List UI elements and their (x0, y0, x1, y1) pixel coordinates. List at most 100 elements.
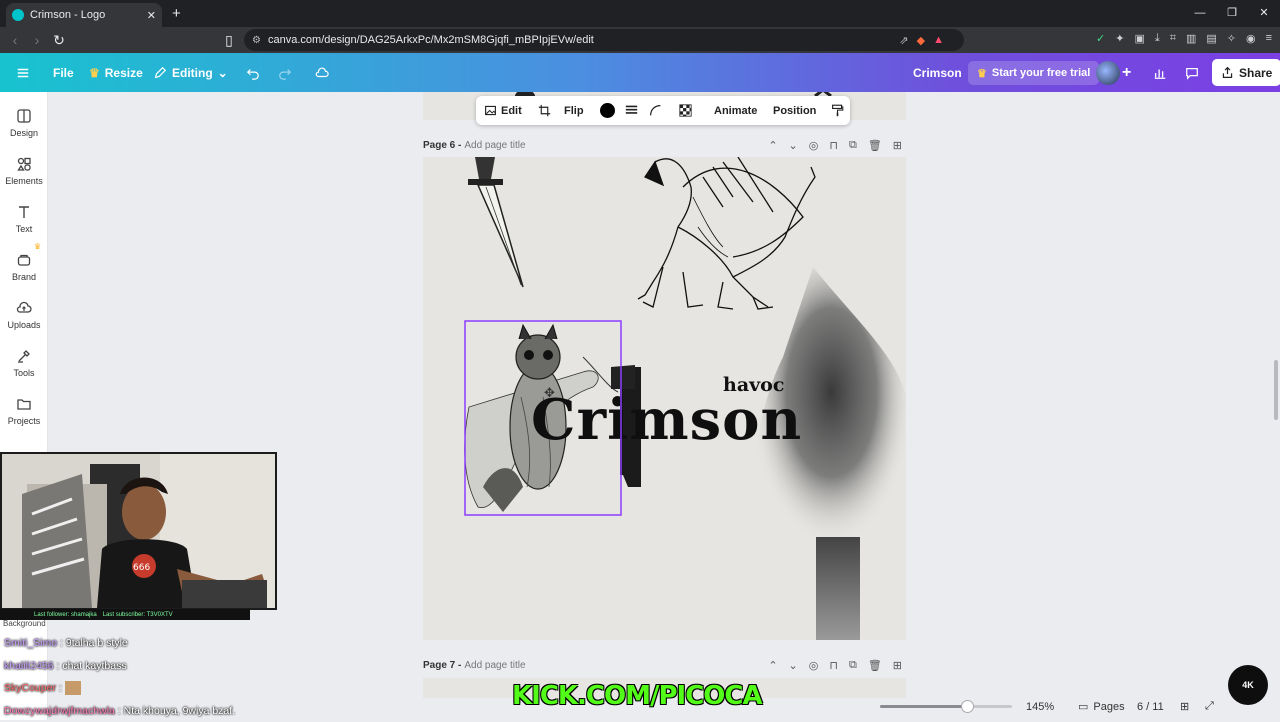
zoom-slider[interactable] (880, 705, 1012, 708)
sidebar-item-text[interactable]: Text (0, 204, 48, 234)
reload-icon[interactable]: ↻ (48, 32, 70, 49)
edit-image-button[interactable]: Edit (484, 96, 522, 125)
screenshot-icon[interactable]: ⌗ (1170, 32, 1176, 45)
bar-chart-icon (1153, 66, 1167, 80)
delete-page-icon[interactable]: 🗑︎ (868, 659, 882, 672)
sidebar-item-label: Projects (8, 416, 41, 426)
page-6-canvas[interactable]: Crimson havoc ✥ (423, 157, 906, 640)
sidebar-toggle-icon[interactable]: ▥ (1186, 32, 1196, 45)
hide-page-icon[interactable]: ◎ (809, 659, 819, 672)
lock-page-icon[interactable]: ⊓ (829, 139, 838, 152)
share-page-icon[interactable]: ⇗ (899, 34, 908, 47)
smoke-tree-illustration[interactable] (757, 267, 906, 640)
rewards-icon[interactable]: ▲ (933, 34, 944, 47)
sidebar-item-tools[interactable]: Tools (0, 348, 48, 378)
main-menu-icon[interactable] (16, 53, 30, 92)
bookmark-icon[interactable]: ▯ (218, 32, 240, 49)
zoom-level[interactable]: 145% (1026, 701, 1054, 713)
extensions-puzzle-icon[interactable]: ✦ (1115, 32, 1124, 45)
stream-chat-overlay: Smiti_Simo : 9talha b style khalili2456 … (4, 632, 304, 722)
crimson-wordmark[interactable]: Crimson (531, 387, 802, 453)
add-page-icon[interactable]: ⊞ (893, 659, 902, 672)
vpn-icon[interactable]: ◉ (1246, 32, 1256, 45)
grid-view-icon[interactable]: ⊞ (1180, 700, 1189, 713)
pages-icon: ▭ (1078, 700, 1088, 713)
position-button[interactable]: Position (773, 96, 816, 125)
corner-rounding-button[interactable] (649, 96, 662, 125)
lock-page-icon[interactable]: ⊓ (829, 659, 838, 672)
site-info-icon[interactable]: ⚙ (252, 35, 261, 46)
download-icon[interactable]: ⤓ (1155, 32, 1160, 45)
address-bar[interactable]: ⚙ canva.com/design/DAG25ArkxPc/Mx2mSM8Gj… (244, 29, 964, 51)
sidebar-item-background-label: Background (3, 619, 46, 628)
back-icon[interactable]: ‹ (4, 32, 26, 48)
extension-1-icon[interactable]: ✓ (1096, 32, 1105, 45)
window-controls: — ❐ ✕ (1184, 0, 1280, 27)
dagger-illustration[interactable] (468, 157, 523, 287)
cloud-save-status[interactable] (315, 53, 329, 92)
chevron-down-icon[interactable]: ⌄ (789, 659, 798, 672)
comment-icon (1185, 66, 1199, 80)
wallet-icon[interactable]: ▤ (1206, 32, 1216, 45)
sidebar-item-uploads[interactable]: Uploads (0, 300, 48, 330)
chat-text: : (59, 682, 62, 694)
new-tab-button[interactable]: + (172, 5, 181, 22)
transparency-button[interactable] (679, 96, 692, 125)
leo-icon[interactable]: ✧ (1227, 32, 1236, 45)
chevron-down-icon[interactable]: ⌄ (789, 139, 798, 152)
file-menu-button[interactable]: File (53, 53, 74, 92)
minimize-button[interactable]: — (1184, 0, 1216, 27)
comments-button[interactable] (1185, 53, 1199, 92)
duplicate-page-icon[interactable]: ⧉ (849, 659, 857, 672)
sidebar-item-label: Tools (13, 368, 34, 378)
undo-button[interactable] (246, 53, 260, 92)
sidebar-item-design[interactable]: Design (0, 108, 48, 138)
copy-style-button[interactable] (831, 96, 844, 125)
position-label: Position (773, 105, 816, 117)
griffin-illustration[interactable] (638, 157, 815, 309)
flip-button[interactable]: Flip (564, 96, 584, 125)
avatar[interactable] (1096, 61, 1120, 85)
hide-page-icon[interactable]: ◎ (809, 139, 819, 152)
close-tab-icon[interactable]: ✕ (147, 9, 156, 22)
sidebar-item-label: Elements (5, 176, 43, 186)
maximize-button[interactable]: ❐ (1216, 0, 1248, 27)
fullscreen-icon[interactable]: ⤢ (1205, 700, 1214, 713)
border-style-button[interactable] (625, 96, 638, 125)
page-6-title-input[interactable]: Add page title (464, 140, 525, 151)
sidebar-item-projects[interactable]: Projects (0, 396, 48, 426)
redo-button[interactable] (278, 53, 292, 92)
design-title[interactable]: Crimson (913, 53, 962, 92)
resize-label: Resize (105, 66, 143, 80)
share-button[interactable]: Share (1212, 59, 1280, 86)
add-page-icon[interactable]: ⊞ (893, 139, 902, 152)
page-7-title-input[interactable]: Add page title (464, 660, 525, 671)
brave-shield-icon[interactable]: ◆ (917, 34, 925, 47)
chevron-up-icon[interactable]: ⌃ (768, 139, 777, 152)
upload-icon (1221, 66, 1234, 79)
design-title-text: Crimson (913, 66, 962, 80)
duplicate-page-icon[interactable]: ⧉ (849, 139, 857, 152)
crop-button[interactable] (538, 96, 551, 125)
editing-mode-button[interactable]: Editing ⌄ (153, 53, 228, 92)
browser-tab[interactable]: Crimson - Logo ✕ (6, 3, 162, 27)
pages-button[interactable]: ▭ Pages (1078, 700, 1125, 713)
animate-button[interactable]: Animate (714, 96, 757, 125)
forward-icon[interactable]: › (26, 32, 48, 48)
close-window-button[interactable]: ✕ (1248, 0, 1280, 27)
color-swatch-button[interactable] (600, 96, 615, 125)
chevron-up-icon[interactable]: ⌃ (768, 659, 777, 672)
havoc-tagline[interactable]: havoc (723, 374, 784, 396)
extension-2-icon[interactable]: ▣ (1134, 32, 1144, 45)
delete-page-icon[interactable]: 🗑︎ (868, 139, 882, 152)
add-collaborator-button[interactable]: + (1122, 53, 1131, 92)
canvas-scrollbar[interactable] (1274, 360, 1278, 420)
brand-icon (16, 252, 32, 268)
insights-button[interactable] (1153, 53, 1167, 92)
sidebar-item-elements[interactable]: Elements (0, 156, 48, 186)
menu-icon[interactable]: ≡ (1266, 32, 1272, 45)
sidebar-item-brand[interactable]: ♛ Brand (0, 252, 48, 282)
zoom-slider-knob[interactable] (961, 700, 974, 713)
resize-button[interactable]: ♛ Resize (89, 53, 143, 92)
free-trial-button[interactable]: ♛ Start your free trial (968, 61, 1099, 85)
